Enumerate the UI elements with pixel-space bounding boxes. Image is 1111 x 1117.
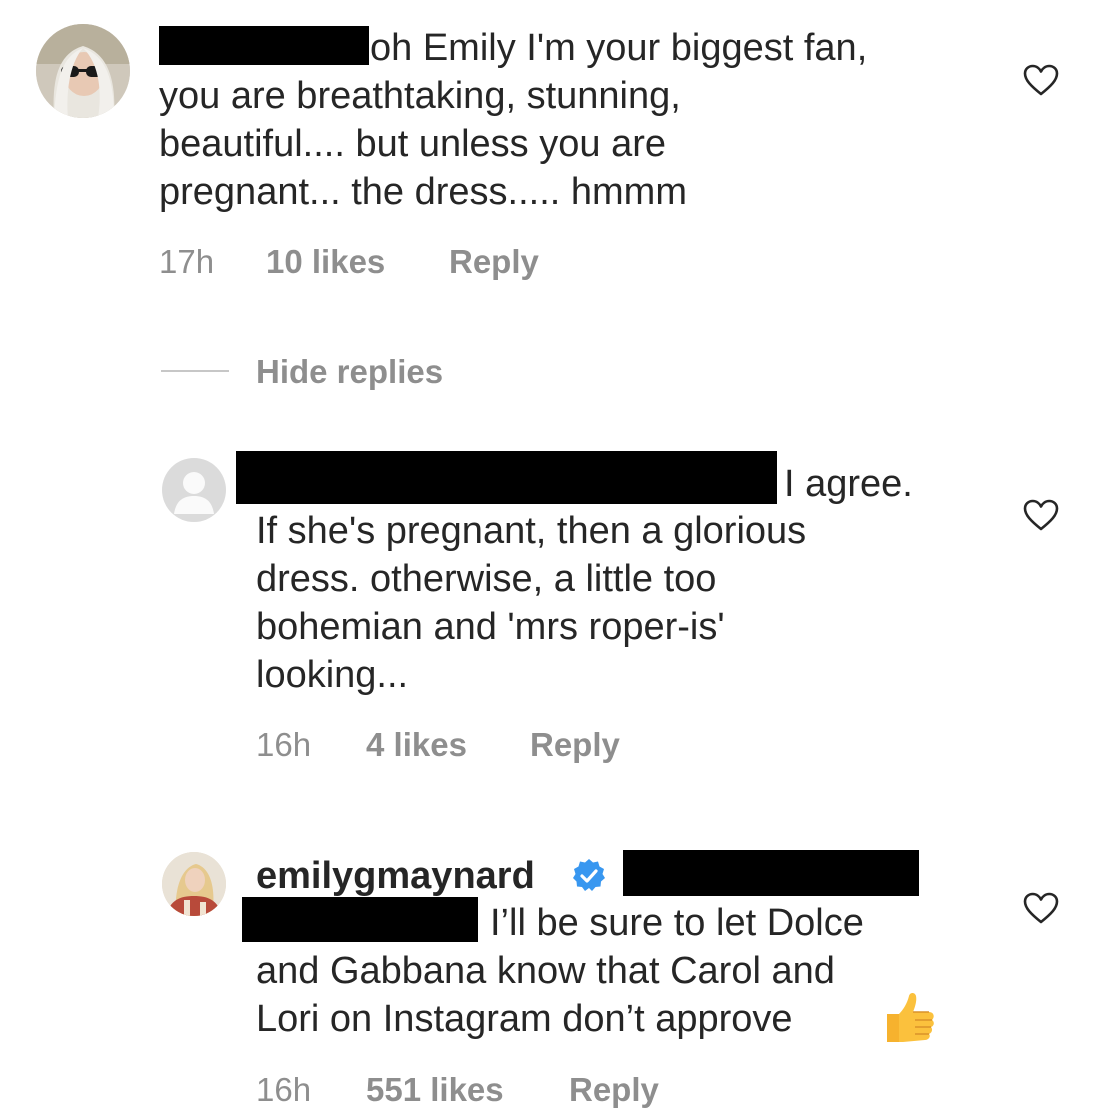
hide-replies-button[interactable]: Hide replies — [256, 353, 443, 391]
comment-line: Lori on Instagram don’t approve — [256, 998, 793, 1040]
heart-icon[interactable] — [1023, 499, 1059, 531]
reply-button[interactable]: Reply — [449, 243, 539, 281]
comment-time: 16h — [256, 726, 312, 763]
avatar[interactable] — [36, 24, 130, 118]
redacted-username — [236, 451, 777, 504]
comment-line: oh Emily I'm your biggest fan, — [370, 27, 868, 69]
hide-replies-divider — [161, 370, 229, 372]
redacted-username — [159, 26, 369, 65]
reply-button[interactable]: Reply — [569, 1071, 659, 1109]
comment-line: dress. otherwise, a little too — [256, 558, 717, 600]
heart-icon[interactable] — [1023, 892, 1059, 924]
avatar-photo — [162, 852, 226, 916]
comment-line: beautiful.... but unless you are — [159, 123, 666, 165]
comment-time: 16h — [256, 1071, 312, 1108]
comment-line: bohemian and 'mrs roper-is' — [256, 606, 725, 648]
avatar-placeholder[interactable] — [162, 458, 226, 522]
comment-line: If she's pregnant, then a glorious — [256, 510, 807, 552]
redacted-mention — [242, 897, 478, 942]
comment-time: 17h — [159, 243, 215, 280]
redacted-mention — [623, 850, 919, 896]
default-user-icon — [163, 459, 225, 521]
comment-line: I agree. — [784, 463, 913, 505]
heart-icon[interactable] — [1023, 64, 1059, 96]
avatar-photo — [36, 24, 130, 118]
likes-count[interactable]: 4 likes — [366, 726, 467, 764]
comment-line: and Gabbana know that Carol and — [256, 950, 835, 992]
comment-line: you are breathtaking, stunning, — [159, 75, 681, 117]
comment-line: I’ll be sure to let Dolce — [490, 902, 864, 944]
comment-line: pregnant... the dress..... hmmm — [159, 171, 687, 213]
thumbs-up-emoji — [879, 990, 939, 1046]
username[interactable]: emilygmaynard — [256, 852, 535, 900]
likes-count[interactable]: 551 likes — [366, 1071, 504, 1109]
likes-count[interactable]: 10 likes — [266, 243, 385, 281]
avatar[interactable] — [162, 852, 226, 916]
comment-line: looking... — [256, 654, 409, 696]
reply-button[interactable]: Reply — [530, 726, 620, 764]
verified-badge-icon — [573, 859, 605, 891]
